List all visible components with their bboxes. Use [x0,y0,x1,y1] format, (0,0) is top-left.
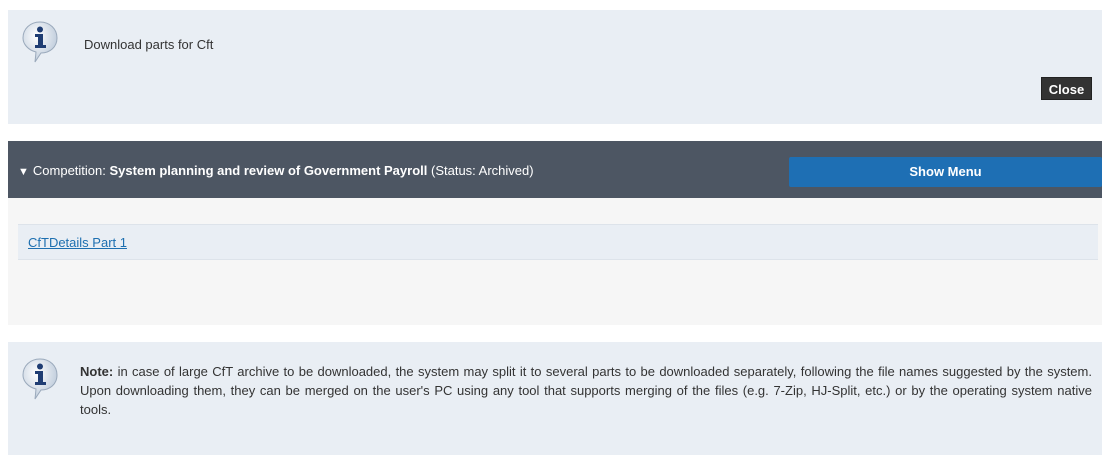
part-download-link[interactable]: CfTDetails Part 1 [28,235,127,250]
show-menu-button[interactable]: Show Menu [789,157,1102,187]
competition-prefix: Competition: [32,163,106,178]
download-info-panel: Download parts for Cft Close [8,10,1102,124]
competition-header-bar[interactable]: ▼ Competition: System planning and review… [8,141,1102,198]
close-button[interactable]: Close [1041,77,1092,100]
competition-status: (Status: Archived) [430,163,534,178]
note-text: Note: in case of large CfT archive to be… [80,362,1092,419]
info-icon [22,358,58,400]
info-title: Download parts for Cft [84,37,214,52]
info-icon [22,21,58,63]
note-body: in case of large CfT archive to be downl… [80,364,1092,417]
competition-name: System planning and review of Government… [109,163,428,178]
list-item: CfTDetails Part 1 [18,224,1098,260]
parts-panel: CfTDetails Part 1 [8,198,1102,325]
competition-title[interactable]: ▼ Competition: System planning and review… [18,163,534,178]
note-label: Note: [80,364,114,379]
chevron-down-icon[interactable]: ▼ [18,166,29,178]
note-panel: Note: in case of large CfT archive to be… [8,342,1102,455]
